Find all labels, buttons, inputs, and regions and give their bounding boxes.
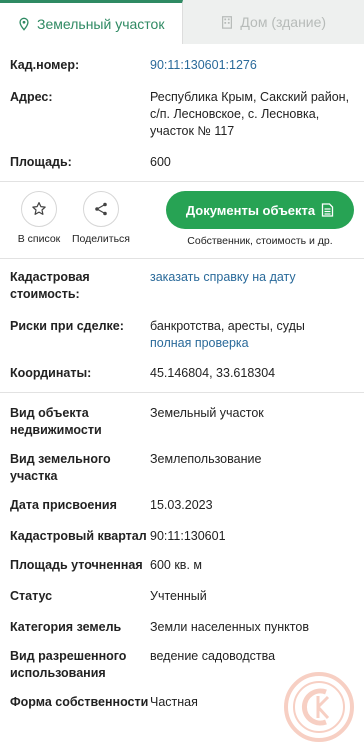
map-pin-icon (19, 17, 29, 31)
tab-land-plot[interactable]: Земельный участок (0, 0, 183, 44)
detail-label: Дата присвоения (10, 498, 117, 512)
full-check-link[interactable]: полная проверка (150, 335, 354, 352)
detail-value: Учтенный (150, 589, 207, 603)
detail-row-address: Адрес: Республика Крым, Сакский район, с… (0, 89, 364, 140)
detail-row-land-type: Вид земельного участка Землепользование (0, 451, 364, 485)
detail-value: 600 кв. м (150, 558, 202, 572)
detail-row-cadastral-value: Кадастровая стоимость: заказать справку … (0, 269, 364, 303)
detail-value: 90:11:130601 (150, 529, 226, 543)
detail-label: Кадастровый квартал (10, 529, 147, 543)
star-icon (32, 202, 46, 215)
action-bar: В список Поделиться Документы объекта Со… (0, 182, 364, 258)
share-button[interactable] (83, 191, 119, 227)
add-to-list-label: В список (17, 233, 61, 245)
documents-button[interactable]: Документы объекта (166, 191, 354, 229)
risks-text: банкротства, аресты, суды (150, 319, 305, 333)
detail-label: Площадь уточненная (10, 558, 143, 572)
detail-label: Риски при сделке: (10, 319, 124, 333)
share-icon (95, 202, 107, 216)
building-icon (222, 16, 233, 29)
coordinates-value: 45.146804, 33.618304 (150, 366, 276, 380)
detail-value: Земли населенных пунктов (150, 620, 309, 634)
detail-label: Вид земельного участка (10, 452, 111, 483)
detail-label: Кад.номер: (10, 58, 80, 72)
document-icon (322, 203, 334, 217)
detail-row-object-type: Вид объекта недвижимости Земельный участ… (0, 405, 364, 439)
detail-value: Землепользование (150, 452, 262, 466)
area-value: 600 (150, 155, 171, 169)
address-value: Республика Крым, Сакский район, с/п. Лес… (150, 90, 350, 138)
detail-label: Вид объекта недвижимости (10, 406, 102, 437)
detail-row-coordinates: Координаты: 45.146804, 33.618304 (0, 365, 364, 382)
add-to-list-button[interactable] (21, 191, 57, 227)
tab-house[interactable]: Дом (здание) (183, 0, 364, 44)
share-label: Поделиться (72, 233, 130, 245)
tab-land-plot-label: Земельный участок (37, 15, 165, 32)
detail-label: Форма собственности (10, 695, 149, 709)
detail-value: Земельный участок (150, 406, 264, 420)
detail-row-specified-area: Площадь уточненная 600 кв. м (0, 557, 364, 574)
detail-row-area: Площадь: 600 (0, 154, 364, 171)
detail-row-cadastral-number: Кад.номер: 90:11:130601:1276 (0, 57, 364, 74)
detail-label: Координаты: (10, 366, 92, 380)
documents-subtitle: Собственник, стоимость и др. (187, 235, 333, 247)
detail-row-assignment-date: Дата присвоения 15.03.2023 (0, 497, 364, 514)
detail-row-land-category: Категория земель Земли населенных пункто… (0, 619, 364, 636)
tab-house-label: Дом (здание) (240, 14, 327, 30)
detail-label: Категория земель (10, 620, 122, 634)
detail-row-risks: Риски при сделке: банкротства, аресты, с… (0, 318, 364, 352)
cadastral-number-link[interactable]: 90:11:130601:1276 (150, 57, 354, 74)
detail-label: Статус (10, 589, 53, 603)
detail-label: Кадастровая стоимость: (10, 270, 90, 301)
detail-value: 15.03.2023 (150, 498, 213, 512)
share-action[interactable]: Поделиться (72, 191, 130, 245)
documents-button-label: Документы объекта (185, 202, 316, 218)
tab-bar: Земельный участок Дом (здание) (0, 0, 364, 44)
detail-label: Адрес: (10, 90, 53, 104)
add-to-list-action[interactable]: В список (10, 191, 68, 245)
order-certificate-link[interactable]: заказать справку на дату (150, 269, 354, 303)
detail-row-cadastral-quarter: Кадастровый квартал 90:11:130601 (0, 528, 364, 545)
divider (0, 258, 364, 259)
detail-label: Вид разрешенного использования (10, 649, 127, 680)
documents-action: Документы объекта Собственник, стоимость… (166, 191, 354, 247)
detail-label: Площадь: (10, 155, 72, 169)
divider (0, 392, 364, 393)
risks-value: банкротства, аресты, суды полная проверк… (150, 318, 354, 352)
watermark-logo-icon (284, 672, 354, 742)
detail-row-status: Статус Учтенный (0, 588, 364, 605)
